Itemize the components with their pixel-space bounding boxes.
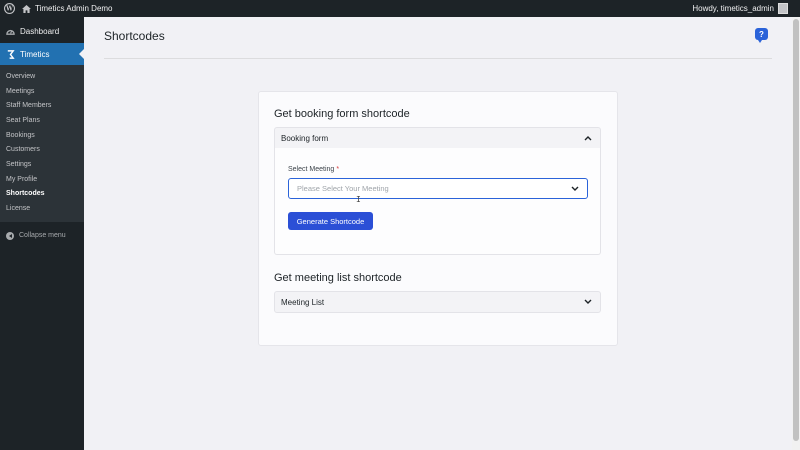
generate-shortcode-button[interactable]: Generate Shortcode (288, 212, 373, 230)
admin-bar: W Timetics Admin Demo Howdy, timetics_ad… (0, 0, 800, 17)
chevron-down-icon (571, 186, 579, 192)
timetics-icon (6, 49, 15, 59)
accordion-label: Booking form (281, 133, 329, 143)
page-title: Shortcodes (104, 29, 165, 43)
collapse-menu-button[interactable]: Collapse menu (0, 226, 84, 246)
sidebar-item-shortcodes[interactable]: Shortcodes (0, 187, 84, 202)
booking-section-title: Get booking form shortcode (274, 108, 410, 120)
meeting-list-accordion-header[interactable]: Meeting List (274, 291, 601, 313)
sidebar-item-timetics[interactable]: Timetics (0, 43, 84, 65)
sidebar-item-my-profile[interactable]: My Profile (0, 172, 84, 187)
sidebar-item-license[interactable]: License (0, 201, 84, 216)
home-icon (22, 4, 31, 13)
accordion-label: Meeting List (281, 297, 325, 307)
sidebar-item-meetings[interactable]: Meetings (0, 84, 84, 99)
select-meeting-placeholder: Please Select Your Meeting (297, 184, 389, 193)
select-meeting-dropdown[interactable]: Please Select Your Meeting (288, 178, 588, 199)
admin-sidebar: Dashboard Timetics Overview Meetings Sta… (0, 17, 84, 450)
text-cursor-icon: I (356, 195, 361, 204)
booking-form-accordion-body: Select Meeting * Please Select Your Meeti… (274, 148, 601, 255)
meeting-section-title: Get meeting list shortcode (274, 272, 402, 284)
account-menu[interactable]: Howdy, timetics_admin (692, 0, 788, 17)
sidebar-item-label: Dashboard (20, 26, 60, 36)
help-chat-icon[interactable]: ? (755, 28, 768, 43)
timetics-submenu: Overview Meetings Staff Members Seat Pla… (0, 65, 84, 222)
select-meeting-label: Select Meeting * (288, 166, 339, 173)
howdy-text: Howdy, timetics_admin (692, 4, 774, 13)
scrollbar-thumb[interactable] (793, 19, 799, 441)
collapse-label: Collapse menu (19, 232, 66, 240)
site-home-link[interactable]: Timetics Admin Demo (22, 4, 113, 13)
chevron-up-icon (584, 135, 592, 141)
sidebar-item-bookings[interactable]: Bookings (0, 128, 84, 143)
header-divider (104, 58, 772, 59)
sidebar-item-overview[interactable]: Overview (0, 69, 84, 84)
sidebar-item-dashboard[interactable]: Dashboard (0, 20, 84, 42)
chevron-down-icon (584, 299, 592, 305)
select-meeting-label-text: Select Meeting (288, 166, 335, 173)
site-name: Timetics Admin Demo (35, 4, 113, 13)
avatar (778, 3, 788, 14)
sidebar-item-staff-members[interactable]: Staff Members (0, 98, 84, 113)
required-mark: * (336, 166, 340, 173)
shortcodes-card: Get booking form shortcode Booking form … (258, 91, 618, 346)
svg-text:W: W (5, 6, 13, 13)
collapse-icon (6, 231, 14, 240)
wordpress-icon[interactable]: W (0, 0, 18, 17)
page-scrollbar[interactable] (792, 17, 800, 450)
dashboard-icon (6, 27, 15, 36)
sidebar-item-seat-plans[interactable]: Seat Plans (0, 113, 84, 128)
sidebar-item-settings[interactable]: Settings (0, 157, 84, 172)
sidebar-item-customers[interactable]: Customers (0, 142, 84, 157)
booking-form-accordion-header[interactable]: Booking form (274, 127, 601, 149)
sidebar-item-label: Timetics (20, 49, 50, 59)
